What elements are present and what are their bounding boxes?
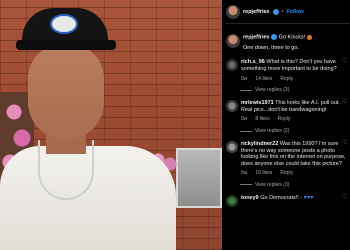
commenter-username[interactable]: toney9: [241, 195, 259, 201]
caption-username[interactable]: repjeffries: [243, 34, 270, 40]
comment-body: toney9 Go Democrats!! - ♥♥♥: [241, 195, 349, 207]
comment-item: toney9 Go Democrats!! - ♥♥♥ ♡: [226, 194, 350, 207]
comment-meta: 5w 16 likes Reply: [241, 170, 349, 177]
comment-item: rich.s_96 What is this? Don't you have s…: [226, 58, 350, 82]
heart-icon[interactable]: ♡: [342, 140, 347, 146]
comment-body: rickylindner22 Was this 1990? I'm sure t…: [241, 141, 349, 177]
comment-age: 5w: [241, 170, 248, 177]
heart-icon[interactable]: ♡: [342, 58, 347, 64]
comment-likes[interactable]: 14 likes: [255, 76, 272, 83]
heart-icon[interactable]: ♡: [342, 99, 347, 105]
comment-body: rich.s_96 What is this? Don't you have s…: [241, 59, 349, 82]
comment-body: mrlewis1971 This looks like A.I. pull ou…: [241, 100, 349, 123]
background-window: [176, 148, 222, 208]
heart-icon[interactable]: ♡: [342, 194, 347, 200]
post-photo: [0, 0, 222, 250]
caption-line2: One down, three to go.: [243, 45, 299, 52]
basketball-emoji-icon: [306, 34, 312, 40]
commenter-avatar[interactable]: [226, 141, 238, 154]
post-header: repjeffries • Follow: [226, 0, 350, 24]
caption-text: Go Knicks!: [278, 34, 306, 41]
cap-logo: [50, 14, 78, 34]
comment-likes[interactable]: 8 likes: [255, 116, 269, 123]
view-replies-label[interactable]: View replies (3): [255, 87, 289, 93]
commenter-username[interactable]: mrlewis1971: [241, 100, 274, 106]
follow-button[interactable]: Follow: [286, 9, 303, 15]
comment-age: 5w: [241, 116, 248, 123]
comments-panel: repjeffries • Follow repjeffries Go Knic…: [222, 0, 350, 250]
separator-dot: •: [281, 8, 284, 15]
reply-button[interactable]: Reply: [278, 116, 291, 123]
comment-age: 5w: [241, 75, 248, 82]
replies-line: [240, 89, 252, 91]
verified-badge-icon: [272, 8, 279, 15]
reply-button[interactable]: Reply: [280, 170, 293, 177]
view-replies-label[interactable]: View replies (3): [255, 182, 289, 188]
reply-button[interactable]: Reply: [280, 76, 293, 83]
view-replies-button[interactable]: View replies (3): [240, 87, 350, 93]
comment-meta: 5w 8 likes Reply: [241, 116, 349, 123]
author-avatar[interactable]: [226, 4, 240, 19]
commenter-avatar[interactable]: [226, 59, 238, 72]
commenter-avatar[interactable]: [226, 100, 238, 113]
replies-line: [240, 184, 252, 186]
comment-item: rickylindner22 Was this 1990? I'm sure t…: [226, 140, 350, 177]
verified-badge-icon: [271, 34, 278, 40]
comment-likes[interactable]: 16 likes: [255, 170, 272, 177]
commenter-username[interactable]: rickylindner22: [241, 141, 278, 147]
comment-text: Go Democrats!! -: [260, 194, 303, 201]
author-username[interactable]: repjeffries: [243, 9, 270, 15]
person-cap-brim: [16, 40, 116, 50]
caption-body: repjeffries Go Knicks! One down, three t…: [243, 34, 312, 52]
caption-avatar[interactable]: [226, 34, 240, 48]
replies-line: [240, 130, 252, 132]
comment-item: mrlewis1971 This looks like A.I. pull ou…: [226, 99, 350, 123]
post-caption: repjeffries Go Knicks! One down, three t…: [226, 24, 350, 52]
view-replies-button[interactable]: View replies (3): [240, 182, 350, 188]
comment-meta: 5w 14 likes Reply: [241, 76, 349, 83]
blue-heart-emoji-icon: ♥♥♥: [303, 194, 314, 201]
commenter-avatar[interactable]: [226, 194, 238, 207]
view-replies-button[interactable]: View replies (2): [240, 128, 350, 134]
commenter-username[interactable]: rich.s_96: [241, 59, 265, 65]
person-chain: [38, 140, 94, 200]
view-replies-label[interactable]: View replies (2): [255, 128, 289, 134]
person-face: [28, 44, 104, 140]
